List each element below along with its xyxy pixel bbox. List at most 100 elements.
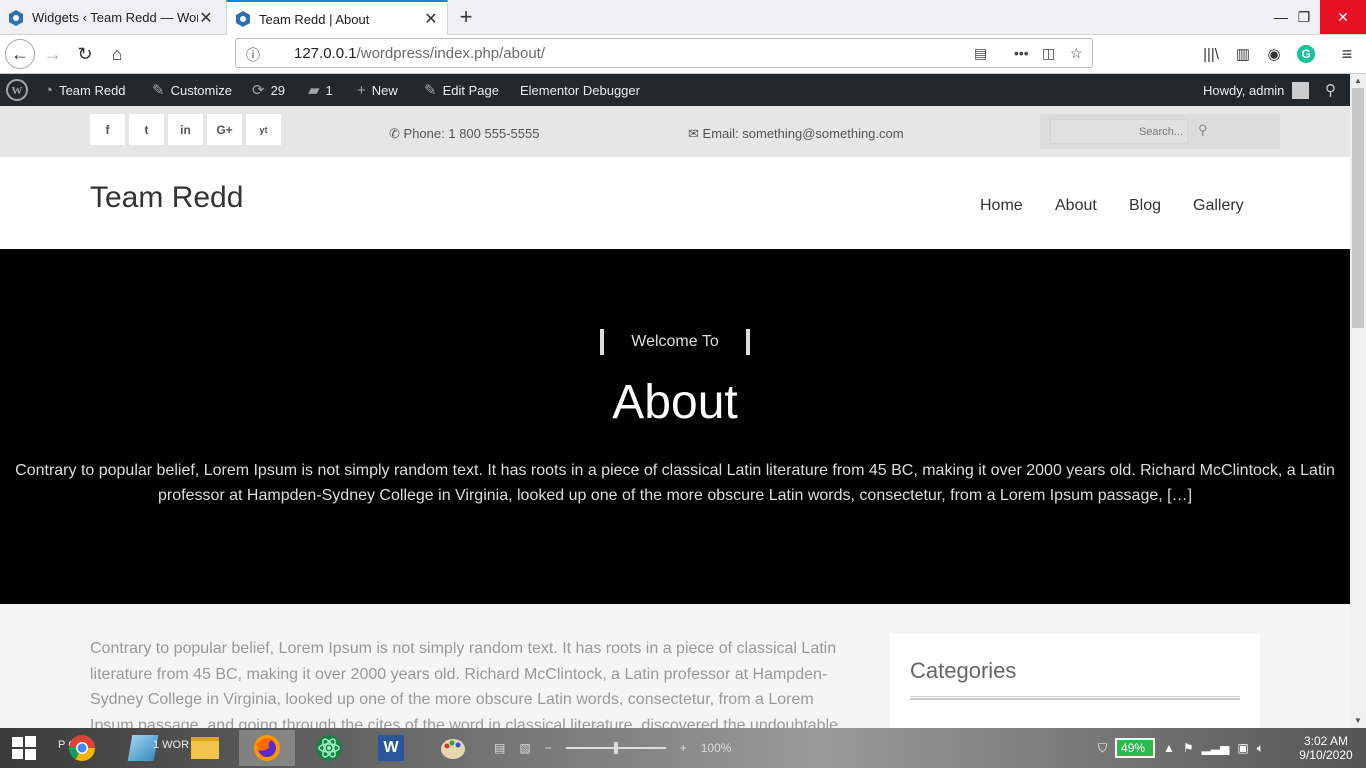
battery-indicator[interactable]: 49% [1115,738,1156,758]
clock-time: 3:02 AM [1303,734,1349,748]
hero-banner: Welcome To About Contrary to popular bel… [0,249,1350,604]
hero-excerpt: Contrary to popular belief, Lorem Ipsum … [15,462,1335,504]
nav-about[interactable]: About [1055,197,1097,215]
close-tab-icon[interactable]: ✕ [423,9,439,29]
scrollbar-thumb[interactable] [1352,88,1364,328]
twitter-icon[interactable]: t [129,114,164,145]
comment-icon: ▰ [308,82,320,99]
forward-button[interactable]: → [38,39,68,69]
categories-heading: Categories [910,658,1017,683]
heading-divider [910,696,1240,700]
start-button[interactable] [0,730,48,766]
top-info-bar: f t in G+ yt ✆ Phone: 1 800 555-5555 ✉ E… [0,106,1350,157]
updates-icon: ⟳ [252,82,265,99]
svg-text:W: W [12,85,23,97]
edit-page-link[interactable]: ✎ Edit Page [424,74,499,106]
zoom-controls: ▤ ▧ − + 100% [494,728,731,768]
zoom-in-icon[interactable]: + [680,741,687,755]
nav-blog[interactable]: Blog [1129,197,1161,215]
account-icon[interactable]: ◉ [1259,39,1289,69]
plus-icon: + [357,81,366,99]
chrome-icon[interactable] [54,730,110,766]
linkedin-icon[interactable]: in [168,114,203,145]
page-body-text: Contrary to popular belief, Lorem Ipsum … [90,640,839,728]
library-icon[interactable]: |||\ [1196,39,1226,69]
phone-info: ✆ Phone: 1 800 555-5555 [389,126,540,141]
tab-about[interactable]: Team Redd | About ✕ [226,0,448,36]
volume-icon[interactable]: 🔈︎ [1257,741,1264,756]
phone-icon: ✆ [389,126,400,141]
atom-icon[interactable] [301,730,357,766]
wp-admin-bar: W ◔ Team Redd ✎ Customize ⟳ 29 ▰ 1 + New… [0,74,1350,106]
new-tab-button[interactable]: + [456,4,476,30]
google-plus-icon[interactable]: G+ [207,114,242,145]
zoom-out-icon[interactable]: − [545,741,552,755]
nav-home[interactable]: Home [980,197,1023,215]
sidebar-icon[interactable]: ▥ [1228,39,1258,69]
search-icon[interactable]: ⚲ [1198,122,1208,138]
reader-view-icon[interactable]: ▤ [974,45,987,62]
system-tray: ⛉ 49% ▲ ⚑ ▂▃▅ ▣ 🔈︎ [1098,728,1264,768]
address-bar[interactable]: ⓘ 127.0.0.1/wordpress/index.php/about/ ▤… [235,38,1093,68]
paint-icon[interactable] [425,730,481,766]
firefox-icon[interactable] [239,730,295,766]
signal-icon[interactable]: ▂▃▅ [1202,741,1230,755]
tab-title: Team Redd | About [259,11,370,27]
browser-toolbar: ← → ↻ ⌂ ⓘ 127.0.0.1/wordpress/index.php/… [0,35,1366,74]
browser-tab-strip: Widgets ‹ Team Redd — WordP ✕ Team Redd … [0,0,1366,36]
dashboard-icon: ◔ [44,81,54,99]
customize-link[interactable]: ✎ Customize [152,74,232,106]
tab-widgets[interactable]: Widgets ‹ Team Redd — WordP ✕ [0,0,222,35]
scroll-down-arrow-icon[interactable]: ▼ [1350,714,1366,728]
page-title: About [612,376,738,429]
shield-icon[interactable]: ⛉ [1098,741,1107,756]
grammarly-icon[interactable]: G [1291,39,1321,69]
page-scrollbar[interactable]: ▲ ▼ [1350,74,1366,728]
flag-icon[interactable]: ⚑ [1183,741,1194,755]
sidebar-widget: Categories [890,634,1260,728]
new-content-link[interactable]: + New [357,74,398,106]
pencil-icon: ✎ [424,82,437,99]
info-icon[interactable]: ⓘ [246,45,260,65]
facebook-icon[interactable]: f [90,114,125,145]
comments-link[interactable]: ▰ 1 [308,74,333,106]
site-search: ⚲ [1040,114,1280,149]
clock-date: 9/10/2020 [1299,748,1353,762]
scroll-up-arrow-icon[interactable]: ▲ [1350,74,1366,88]
bookmark-star-icon[interactable]: ☆ [1070,45,1083,62]
home-button[interactable]: ⌂ [102,39,132,69]
site-title[interactable]: Team Redd [90,181,243,215]
wp-logo-icon[interactable]: W [6,74,28,106]
tab-title: Widgets ‹ Team Redd — WordP [32,10,198,25]
zoom-slider[interactable] [565,742,666,754]
zoom-level[interactable]: 100% [701,741,732,755]
nav-gallery[interactable]: Gallery [1193,197,1244,215]
updates-link[interactable]: ⟳ 29 [252,74,285,106]
file-explorer-icon[interactable] [177,730,233,766]
avatar [1292,81,1310,99]
admin-site-link[interactable]: ◔ Team Redd [44,74,126,106]
word-icon[interactable]: W [363,730,419,766]
menu-icon[interactable]: ≡ [1332,39,1362,69]
my-account-link[interactable]: Howdy, admin [1203,74,1310,106]
chevron-up-icon[interactable]: ▲ [1163,741,1175,755]
reload-button[interactable]: ↻ [70,39,100,69]
close-window-button[interactable]: ✕ [1320,0,1366,34]
web-layout-icon[interactable]: ▧ [519,741,530,755]
network-icon[interactable]: ▣ [1237,741,1248,755]
brush-icon: ✎ [152,82,165,99]
wordpress-favicon-icon [235,11,251,27]
admin-search-icon[interactable]: ⚲ [1325,74,1336,106]
pocket-icon[interactable]: ◫ [1042,45,1055,62]
windows-taskbar: P OF 7 1 WOR W ▤ ▧ − + 100% ⛉ 49% ▲ ⚑ ▂▃… [0,728,1366,768]
clock[interactable]: 3:02 AM 9/10/2020 [1298,728,1354,768]
back-button[interactable]: ← [5,39,35,69]
close-tab-icon[interactable]: ✕ [198,8,214,28]
page-actions-icon[interactable]: ••• [1014,45,1029,61]
print-layout-icon[interactable]: ▤ [494,741,505,755]
elementor-debugger-link[interactable]: Elementor Debugger [520,74,640,106]
search-input[interactable] [1050,119,1188,144]
url-text: 127.0.0.1/wordpress/index.php/about/ [294,45,546,62]
youtube-icon[interactable]: yt [246,114,281,145]
main-content: Contrary to popular belief, Lorem Ipsum … [0,604,1350,728]
